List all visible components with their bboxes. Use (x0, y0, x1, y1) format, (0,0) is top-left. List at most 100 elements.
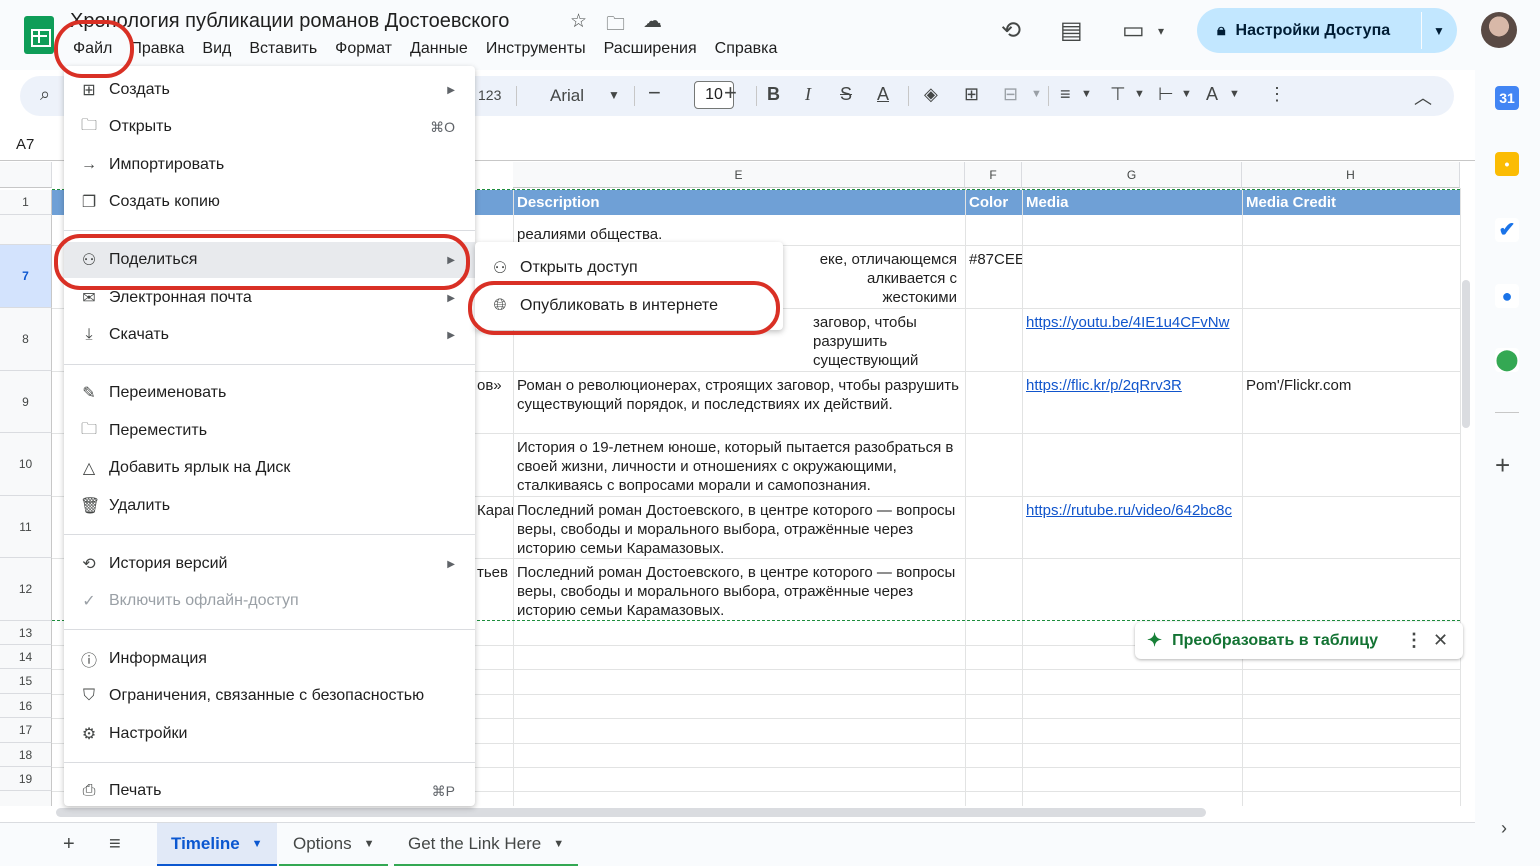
document-title[interactable]: Хронология публикации романов Достоевско… (70, 10, 509, 33)
chevron-down-icon[interactable]: ▼ (252, 838, 263, 850)
column-header-h[interactable]: H (1242, 162, 1460, 188)
column-header-g[interactable]: G (1022, 162, 1242, 188)
share-access-button[interactable]: 🔒︎ Настройки Доступа ▼ (1197, 8, 1457, 53)
merge-dropdown-icon[interactable]: ▼ (1031, 88, 1042, 100)
cell-g8-link[interactable]: https://youtu.be/4IE1u4CFvNw (1022, 311, 1242, 332)
menu-item-move[interactable]: 🗀 Переместить (64, 413, 475, 449)
more-vert-icon[interactable]: ⋮ (1405, 630, 1423, 651)
increase-font-size-icon[interactable]: + (724, 80, 737, 106)
menu-item-offline[interactable]: ✓ Включить офлайн-доступ (64, 583, 475, 619)
row-header[interactable]: 19 (0, 767, 52, 791)
row-header[interactable]: 8 (0, 308, 52, 371)
align-dropdown-icon[interactable]: ▼ (1081, 88, 1092, 100)
meet-dropdown-icon[interactable]: ▾ (1158, 24, 1164, 38)
menu-item-security[interactable]: ⛉ Ограничения, связанные с безопасностью (64, 678, 475, 714)
column-header-e[interactable]: E (513, 162, 965, 188)
maps-icon[interactable]: ⬤ (1495, 348, 1519, 372)
menu-help[interactable]: Справка (706, 38, 787, 62)
avatar[interactable] (1481, 12, 1517, 48)
row-header[interactable]: 17 (0, 718, 52, 743)
more-options-icon[interactable]: ⋮ (1268, 84, 1286, 105)
row-header[interactable]: 9 (0, 371, 52, 433)
sheets-logo-icon[interactable] (24, 16, 54, 54)
menu-view[interactable]: Вид (193, 38, 240, 62)
vertical-align-icon[interactable]: ⊤ (1110, 84, 1126, 105)
convert-to-table-chip[interactable]: ✦ Преобразовать в таблицу ⋮ ✕ (1135, 622, 1463, 659)
row-header[interactable]: 16 (0, 694, 52, 718)
star-icon[interactable]: ☆ (570, 10, 587, 33)
cell-e12[interactable]: Последний роман Достоевского, в центре к… (513, 561, 965, 619)
cell-g9-link[interactable]: https://flic.kr/p/2qRrv3R (1022, 374, 1242, 395)
cell-e9[interactable]: Роман о революционерах, строящих заговор… (513, 374, 965, 432)
all-sheets-icon[interactable]: ≡ (109, 833, 121, 856)
menu-data[interactable]: Данные (401, 38, 477, 62)
menu-item-import[interactable]: → Импортировать (64, 147, 475, 183)
menu-item-print[interactable]: ⎙ Печать ⌘P (64, 773, 475, 809)
menu-item-create[interactable]: ⊞ Создать ▶ (64, 72, 475, 108)
menu-extensions[interactable]: Расширения (595, 38, 706, 62)
close-icon[interactable]: ✕ (1433, 630, 1448, 651)
menu-tools[interactable]: Инструменты (477, 38, 595, 62)
menu-item-delete[interactable]: 🗑 Удалить (64, 488, 475, 524)
add-sheet-icon[interactable]: + (63, 833, 75, 856)
menu-format[interactable]: Формат (326, 38, 401, 62)
row-header[interactable]: 12 (0, 558, 52, 621)
more-formats-button[interactable]: 123 (478, 87, 501, 103)
name-box[interactable]: A7 (16, 136, 34, 153)
valign-dropdown-icon[interactable]: ▼ (1134, 88, 1145, 100)
chevron-right-icon[interactable]: › (1501, 818, 1507, 839)
row-header[interactable]: 11 (0, 496, 52, 558)
cell-d12[interactable]: тьев К (473, 561, 513, 582)
cell-d9[interactable]: ов» (473, 374, 513, 395)
header-cell-description[interactable]: Description (513, 190, 600, 215)
menu-item-rename[interactable]: ✎ Переименовать (64, 375, 475, 411)
menu-item-make-copy[interactable]: ❐ Создать копию (64, 184, 475, 220)
cell-f7[interactable]: #87CEE (965, 248, 1022, 269)
chevron-down-icon[interactable]: ▼ (553, 838, 564, 850)
menu-item-settings[interactable]: ⚙ Настройки (64, 716, 475, 752)
menu-item-download[interactable]: ⤓ Скачать ▶ (64, 317, 475, 353)
row-header[interactable]: 10 (0, 433, 52, 496)
cell-e10[interactable]: История о 19-летнем юноше, который пытае… (513, 436, 965, 494)
row-header[interactable]: 7 (0, 245, 52, 308)
cell-g11-link[interactable]: https://rutube.ru/video/642bc8c (1022, 499, 1242, 520)
menu-item-add-shortcut[interactable]: △ Добавить ярлык на Диск (64, 450, 475, 486)
row-header[interactable]: 1 (0, 190, 52, 215)
rotation-dropdown-icon[interactable]: ▼ (1229, 88, 1240, 100)
cell-e6[interactable]: реалиями общества. (513, 223, 965, 244)
keep-icon[interactable]: • (1495, 152, 1519, 176)
cell-d11[interactable]: Карам (473, 499, 513, 520)
menu-item-version-history[interactable]: ⟲ История версий ▶ (64, 546, 475, 582)
cell-h9[interactable]: Pom'/Flickr.com (1242, 374, 1460, 395)
chevron-down-icon[interactable]: ▼ (1433, 24, 1445, 38)
vertical-scrollbar[interactable] (1462, 280, 1470, 428)
text-rotation-icon[interactable]: A (1206, 84, 1218, 105)
borders-icon[interactable]: ⊞ (964, 84, 979, 105)
sheet-tab-timeline[interactable]: Timeline ▼ (157, 823, 277, 866)
italic-icon[interactable]: I (805, 84, 811, 105)
row-header[interactable]: 18 (0, 743, 52, 767)
menu-item-open[interactable]: 🗀 Открыть ⌘O (64, 109, 475, 145)
decrease-font-size-icon[interactable]: − (648, 80, 661, 106)
bold-icon[interactable]: B (767, 84, 780, 105)
get-addons-icon[interactable]: + (1495, 450, 1510, 481)
version-history-icon[interactable]: ⟲ (1001, 16, 1021, 45)
menu-insert[interactable]: Вставить (240, 38, 326, 62)
horizontal-scrollbar[interactable] (56, 808, 1206, 817)
header-cell-media-credit[interactable]: Media Credit (1242, 190, 1336, 215)
row-header[interactable]: 13 (0, 621, 52, 645)
fill-color-icon[interactable]: ◈ (924, 84, 938, 105)
header-cell-color[interactable]: Color (965, 190, 1008, 215)
row-header[interactable]: 15 (0, 669, 52, 694)
column-header-f[interactable]: F (965, 162, 1022, 188)
comments-icon[interactable]: ▤ (1060, 16, 1083, 45)
wrap-dropdown-icon[interactable]: ▼ (1181, 88, 1192, 100)
header-cell-media[interactable]: Media (1022, 190, 1069, 215)
cell-e11[interactable]: Последний роман Достоевского, в центре к… (513, 499, 965, 557)
text-color-icon[interactable]: A (877, 84, 889, 105)
strikethrough-icon[interactable]: S (840, 84, 852, 105)
chevron-down-icon[interactable]: ▼ (364, 838, 375, 850)
font-select[interactable]: Arial (550, 86, 584, 106)
meet-icon[interactable]: ▭ (1122, 16, 1145, 45)
sheet-tab-options[interactable]: Options ▼ (279, 823, 389, 866)
